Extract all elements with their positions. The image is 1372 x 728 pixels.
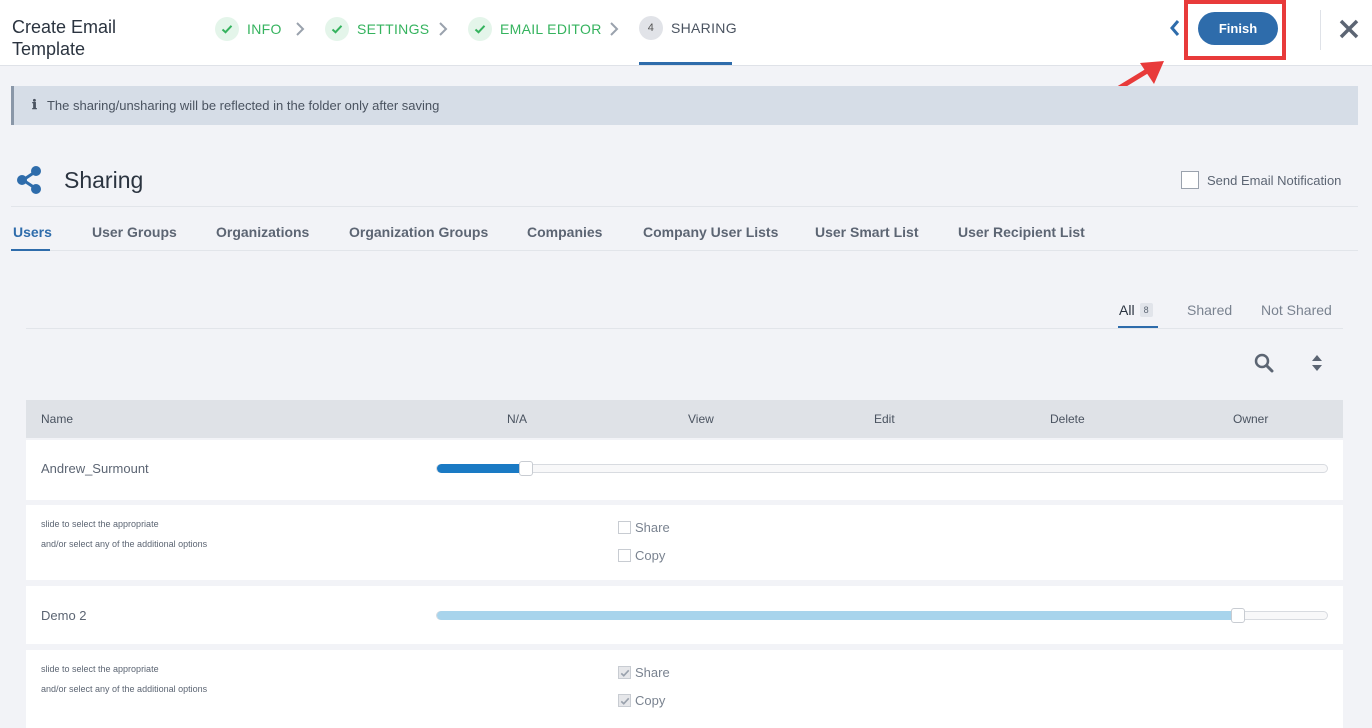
step-settings[interactable]: SETTINGS — [325, 15, 429, 43]
step-label: SETTINGS — [357, 21, 430, 37]
filter-not-shared[interactable]: Not Shared — [1261, 302, 1332, 318]
copy-option[interactable]: Copy — [618, 548, 665, 563]
check-icon — [468, 17, 492, 41]
notification-label: Send Email Notification — [1207, 172, 1342, 188]
annotation-highlight-box — [1184, 0, 1286, 60]
table-row-options: slide to select the appropriate and/or s… — [26, 650, 1343, 728]
copy-label: Copy — [635, 693, 666, 708]
share-icon — [17, 166, 41, 194]
tab-company-user-lists[interactable]: Company User Lists — [643, 224, 778, 240]
table-row-options: slide to select the appropriate and/or s… — [26, 505, 1343, 580]
sort-icon[interactable] — [1310, 354, 1324, 372]
chevron-left-icon[interactable] — [1168, 18, 1182, 38]
tab-user-smart-list[interactable]: User Smart List — [815, 224, 918, 240]
page-title: Create Email Template — [12, 17, 117, 59]
tab-users[interactable]: Users — [13, 224, 52, 240]
send-email-notification[interactable]: Send Email Notification — [1181, 171, 1341, 189]
divider — [11, 206, 1358, 207]
check-icon — [325, 17, 349, 41]
notification-checkbox[interactable] — [1181, 171, 1199, 189]
filter-all[interactable]: All 8 — [1119, 302, 1153, 318]
filter-all-label: All — [1119, 302, 1135, 318]
step-sharing[interactable]: 4 SHARING — [639, 14, 737, 42]
slider-fill — [437, 611, 1238, 620]
info-text: The sharing/unsharing will be reflected … — [46, 98, 440, 113]
active-tab-indicator — [11, 249, 50, 251]
active-step-indicator — [639, 62, 732, 65]
user-name: Andrew_Surmount — [41, 461, 149, 476]
tab-organization-groups[interactable]: Organization Groups — [349, 224, 488, 240]
copy-checkbox[interactable] — [618, 549, 631, 562]
copy-label: Copy — [635, 548, 666, 563]
table-row: Demo 2 — [26, 586, 1343, 644]
share-option[interactable]: Share — [618, 520, 670, 535]
table-header: Name N/A View Edit Delete Owner — [26, 400, 1343, 438]
step-email-editor[interactable]: EMAIL EDITOR — [468, 15, 602, 43]
step-info[interactable]: INFO — [215, 15, 282, 43]
chevron-right-icon — [439, 22, 448, 36]
copy-checkbox[interactable] — [618, 694, 631, 707]
copy-option[interactable]: Copy — [618, 693, 665, 708]
tab-bar: Users User Groups Organizations Organiza… — [0, 214, 1358, 252]
divider — [1320, 10, 1321, 50]
column-name: Name — [41, 412, 74, 426]
divider — [11, 250, 1358, 251]
column-delete: Delete — [1050, 412, 1085, 426]
help-line: and/or select any of the additional opti… — [41, 684, 208, 694]
help-line: and/or select any of the additional opti… — [41, 539, 208, 549]
info-banner: ℹ The sharing/unsharing will be reflecte… — [11, 86, 1358, 125]
info-icon: ℹ — [32, 98, 37, 113]
check-icon — [215, 17, 239, 41]
help-text: slide to select the appropriate and/or s… — [41, 514, 207, 554]
column-na: N/A — [507, 412, 528, 426]
help-line: slide to select the appropriate — [41, 664, 159, 674]
tab-organizations[interactable]: Organizations — [216, 224, 309, 240]
column-edit: Edit — [874, 412, 895, 426]
step-label: EMAIL EDITOR — [500, 21, 602, 37]
tab-user-groups[interactable]: User Groups — [92, 224, 177, 240]
table-row: Andrew_Surmount — [26, 440, 1343, 500]
count-badge: 8 — [1139, 303, 1153, 317]
column-view: View — [688, 412, 714, 426]
share-checkbox[interactable] — [618, 521, 631, 534]
share-label: Share — [635, 520, 670, 535]
chevron-right-icon — [296, 22, 305, 36]
share-option[interactable]: Share — [618, 665, 670, 680]
help-text: slide to select the appropriate and/or s… — [41, 659, 207, 699]
divider — [26, 328, 1343, 329]
search-icon[interactable] — [1254, 353, 1274, 373]
step-label: INFO — [247, 21, 282, 37]
slider-fill — [437, 464, 526, 473]
close-icon[interactable] — [1338, 18, 1360, 40]
column-owner: Owner — [1233, 412, 1269, 426]
filter-shared[interactable]: Shared — [1187, 302, 1232, 318]
tab-user-recipient-list[interactable]: User Recipient List — [958, 224, 1085, 240]
slider-handle[interactable] — [519, 461, 533, 476]
step-label: SHARING — [671, 20, 737, 36]
share-label: Share — [635, 665, 670, 680]
user-name: Demo 2 — [41, 608, 87, 623]
step-number: 4 — [639, 16, 663, 40]
help-line: slide to select the appropriate — [41, 519, 159, 529]
tab-companies[interactable]: Companies — [527, 224, 602, 240]
section-title: Sharing — [64, 167, 144, 193]
share-checkbox[interactable] — [618, 666, 631, 679]
top-bar: Create Email Template INFO SETTINGS EMAI… — [0, 0, 1372, 66]
permission-slider[interactable] — [436, 608, 1328, 623]
chevron-right-icon — [610, 22, 619, 36]
permission-slider[interactable] — [436, 461, 1328, 476]
slider-handle[interactable] — [1231, 608, 1245, 623]
